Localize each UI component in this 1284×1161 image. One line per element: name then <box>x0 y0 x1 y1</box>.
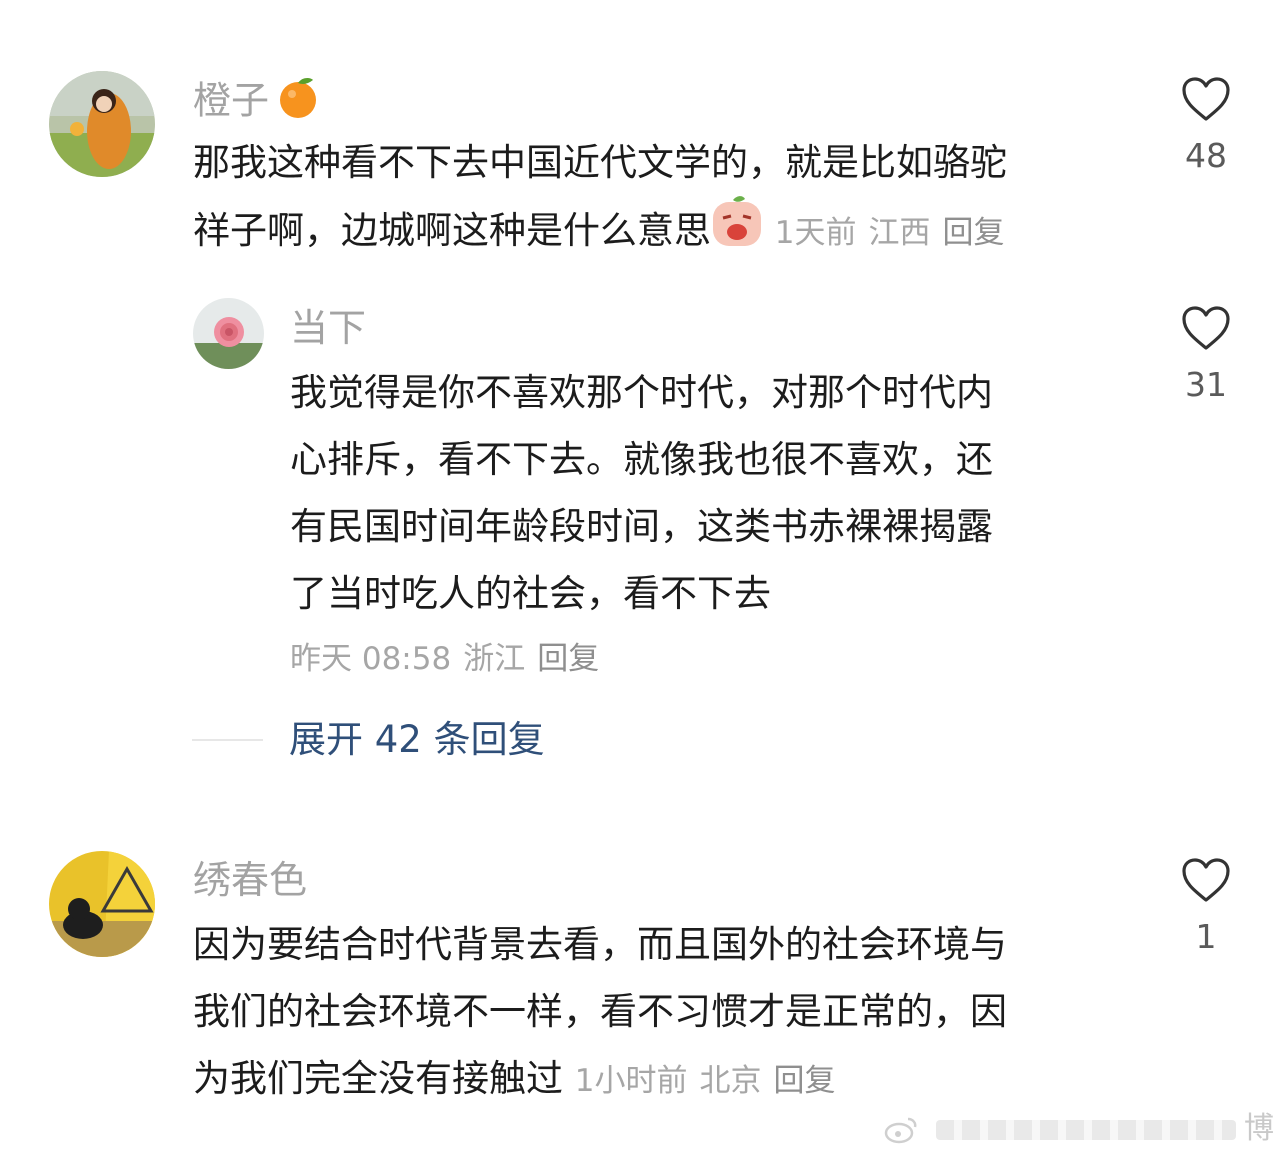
like-button[interactable]: 1 <box>1176 857 1236 957</box>
orange-emoji <box>275 74 321 132</box>
reply-button[interactable]: 回复 <box>537 641 599 677</box>
avatar-image <box>49 71 155 177</box>
reply-button[interactable]: 回复 <box>943 215 1005 251</box>
comment-time: 1天前 <box>774 215 857 251</box>
comment-line: 有民国时间年龄段时间，这类书赤裸裸揭露 <box>290 505 993 548</box>
heart-outline-icon <box>1182 77 1230 121</box>
weibo-logo-icon <box>884 1111 928 1146</box>
like-count: 1 <box>1195 917 1217 956</box>
comment-meta: 1天前 江西 回复 <box>775 215 1005 251</box>
like-count: 48 <box>1185 136 1227 175</box>
avatar[interactable] <box>49 851 155 957</box>
avatar[interactable] <box>193 298 264 369</box>
avatar-image <box>193 298 264 369</box>
comment-time: 1小时前 <box>574 1063 688 1099</box>
comment-line-with-meta: 祥子啊，边城啊这种是什么意思 1天前 江西 回复 <box>193 196 1133 269</box>
watermark-username-mask <box>936 1119 1236 1140</box>
avatar[interactable] <box>49 71 155 177</box>
comment-line: 我觉得是你不喜欢那个时代，对那个时代内 <box>290 371 993 414</box>
heart-outline-icon <box>1182 858 1230 902</box>
username[interactable]: 绣春色 <box>193 855 307 905</box>
like-count: 31 <box>1185 365 1227 404</box>
username[interactable]: 当下 <box>290 303 366 353</box>
comment-meta: 1小时前 北京 回复 <box>575 1063 836 1099</box>
username[interactable]: 橙子 <box>193 74 321 132</box>
heart-outline-icon <box>1182 306 1230 350</box>
comment-line: 因为要结合时代背景去看，而且国外的社会环境与 <box>193 923 1007 966</box>
username-text: 橙子 <box>193 78 270 123</box>
comment-line: 那我这种看不下去中国近代文学的，就是比如骆驼 <box>193 141 1007 184</box>
comment-location: 北京 <box>699 1063 762 1099</box>
expand-divider <box>192 739 263 741</box>
watermark-text: 博 <box>1244 1111 1274 1146</box>
avatar-image <box>49 851 155 957</box>
watermark: 博 <box>884 1103 1274 1147</box>
comment-text: 我觉得是你不喜欢那个时代，对那个时代内 心排斥，看不下去。就像我也很不喜欢，还 … <box>290 359 1110 627</box>
comment-meta: 昨天 08:58 浙江 回复 <box>290 638 599 680</box>
comment-time: 昨天 08:58 <box>290 641 452 677</box>
comment-line: 心排斥，看不下去。就像我也很不喜欢，还 <box>290 438 993 481</box>
comment-text: 那我这种看不下去中国近代文学的，就是比如骆驼 祥子啊，边城啊这种是什么意思 1天… <box>193 129 1133 269</box>
expand-replies-link[interactable]: 展开 42 条回复 <box>289 716 545 764</box>
comment-line: 为我们完全没有接触过 <box>193 1057 563 1100</box>
comment-text: 因为要结合时代背景去看，而且国外的社会环境与 我们的社会环境不一样，看不习惯才是… <box>193 911 1133 1115</box>
like-button[interactable]: 31 <box>1176 305 1236 405</box>
comment-line: 祥子啊，边城啊这种是什么意思 <box>193 209 711 252</box>
reply-button[interactable]: 回复 <box>774 1063 836 1099</box>
comment-location: 浙江 <box>463 641 526 677</box>
comment-line: 了当时吃人的社会，看不下去 <box>290 572 771 615</box>
comment-line: 我们的社会环境不一样，看不习惯才是正常的，因 <box>193 990 1007 1033</box>
crying-face-emoji <box>711 196 763 269</box>
comment-location: 江西 <box>868 215 931 251</box>
like-button[interactable]: 48 <box>1176 76 1236 176</box>
